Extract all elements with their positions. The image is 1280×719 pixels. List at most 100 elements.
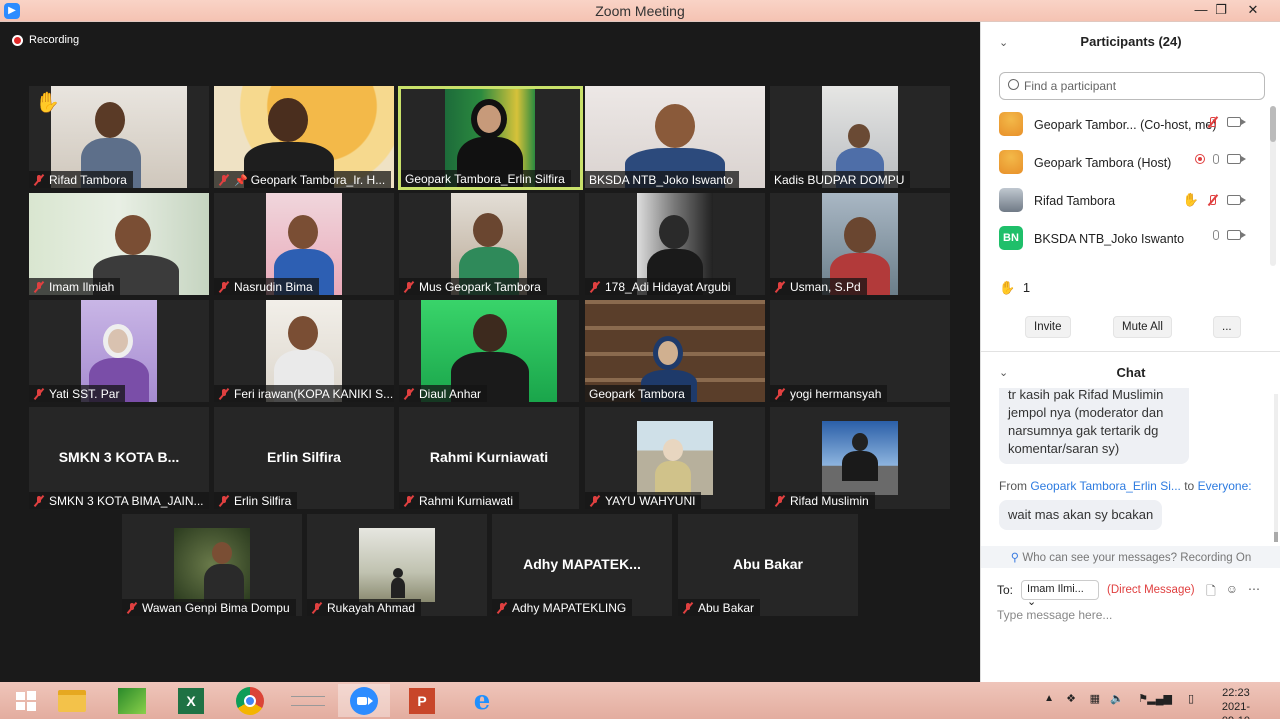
video-tile[interactable]: Wawan Genpi Bima Dompu xyxy=(122,514,302,616)
video-tile[interactable]: Kadis BUDPAR DOMPU xyxy=(770,86,950,188)
battery-icon[interactable]: ▯ xyxy=(1188,692,1194,705)
video-tile[interactable]: Imam Ilmiah xyxy=(29,193,209,295)
chat-message: tr kasih pak Rifad Muslimin jempol nya (… xyxy=(999,388,1189,464)
mic-muted-icon xyxy=(682,602,694,614)
excel-icon[interactable]: X xyxy=(165,684,217,717)
video-tile[interactable]: BKSDA NTB_Joko Iswanto xyxy=(585,86,765,188)
clock[interactable]: 22:23 2021-09-10 xyxy=(1222,686,1250,719)
video-tile[interactable]: Yati SST. Par xyxy=(29,300,209,402)
recipient-select[interactable]: Imam Ilmi... ⌄ xyxy=(1021,580,1100,608)
network-icon[interactable]: ▂▄▆ xyxy=(1147,692,1172,705)
emoji-icon[interactable]: ☺ xyxy=(1226,582,1238,603)
direct-message-label: (Direct Message) xyxy=(1107,584,1195,596)
chevron-up-icon[interactable]: ▲ xyxy=(1044,693,1054,704)
participant-name: Abu Bakar xyxy=(698,601,755,615)
more-options-button[interactable]: ... xyxy=(1213,316,1241,338)
pin-icon: 📌 xyxy=(234,174,248,187)
avatar xyxy=(999,150,1023,174)
video-tile[interactable]: Adhy MAPATEK... Adhy MAPATEKLING xyxy=(492,514,672,616)
video-tile[interactable]: Rifad Muslimin xyxy=(770,407,950,509)
mic-muted-icon xyxy=(403,281,415,293)
participant-name: Rifad Muslimin xyxy=(790,494,869,508)
video-tile[interactable]: 178_Adi Hidayat Argubi xyxy=(585,193,765,295)
participant-search-input[interactable]: Find a participant xyxy=(999,72,1265,100)
mic-muted-icon xyxy=(311,602,323,614)
file-explorer-icon[interactable] xyxy=(46,684,98,717)
internet-explorer-icon[interactable]: e xyxy=(456,684,508,717)
video-tile[interactable]: Diaul Anhar xyxy=(399,300,579,402)
chat-message-input[interactable]: Type message here... xyxy=(997,608,1112,622)
video-tile[interactable]: Rahmi Kurniawati Rahmi Kurniawati xyxy=(399,407,579,509)
participant-row[interactable]: BN BKSDA NTB_Joko Iswanto xyxy=(981,220,1271,258)
chat-sender-link[interactable]: Geopark Tambora_Erlin Si... xyxy=(1030,479,1181,493)
video-tile[interactable]: Erlin Silfira Erlin Silfira xyxy=(214,407,394,509)
participant-name: Imam Ilmiah xyxy=(49,280,115,294)
mic-icon[interactable] xyxy=(1213,230,1219,240)
avatar xyxy=(999,112,1023,136)
maximize-button[interactable]: ❐ xyxy=(1206,0,1236,22)
camera-icon[interactable] xyxy=(1227,154,1246,164)
start-button[interactable] xyxy=(0,684,52,717)
video-tile[interactable]: ✋ Rifad Tambora xyxy=(29,86,209,188)
app-tray-icon[interactable]: ▦ xyxy=(1090,692,1100,705)
chat-scrollbar[interactable] xyxy=(1274,394,1278,542)
mic-muted-icon[interactable] xyxy=(1207,116,1219,128)
video-tile[interactable]: Mus Geopark Tambora xyxy=(399,193,579,295)
participant-display-name: Rahmi Kurniawati xyxy=(429,449,549,465)
app-icon[interactable] xyxy=(282,684,334,717)
mic-muted-icon xyxy=(33,388,45,400)
chrome-icon[interactable] xyxy=(224,684,276,717)
volume-icon[interactable]: 🔈 xyxy=(1110,692,1124,705)
recording-label: Recording xyxy=(29,34,80,46)
video-tile[interactable]: Geopark Tambora xyxy=(585,300,765,402)
zoom-taskbar-icon[interactable] xyxy=(338,684,390,717)
mic-muted-icon xyxy=(218,495,230,507)
participant-name: Geopark Tambora_Erlin Silfira xyxy=(405,172,565,186)
participant-name: Geopark Tambora_Ir. H... xyxy=(250,173,386,187)
chat-recipient-link[interactable]: Everyone: xyxy=(1198,479,1252,493)
chat-message: wait mas akan sy bcakan xyxy=(999,500,1163,530)
mic-icon[interactable] xyxy=(1213,154,1219,164)
participant-name: Adhy MAPATEKLING xyxy=(512,601,627,615)
video-tile[interactable]: SMKN 3 KOTA B... SMKN 3 KOTA BIMA_JAIN..… xyxy=(29,407,209,509)
mic-muted-icon[interactable] xyxy=(1207,194,1219,206)
participant-row[interactable]: Geopark Tambora (Host) xyxy=(981,144,1271,182)
video-tile[interactable]: Feri irawan(KOPA KANIKI S... xyxy=(214,300,394,402)
video-tile[interactable]: Nasrudin Bima xyxy=(214,193,394,295)
to-label: To: xyxy=(997,583,1014,597)
camera-icon[interactable] xyxy=(1227,230,1246,240)
video-tile-active-speaker[interactable]: Geopark Tambora_Erlin Silfira xyxy=(398,86,583,190)
participant-display-name: Erlin Silfira xyxy=(267,449,341,465)
camera-icon[interactable] xyxy=(1227,117,1246,127)
raised-hand-icon: ✋ xyxy=(1182,192,1199,207)
recording-icon xyxy=(1195,154,1205,164)
video-tile[interactable]: Usman, S.Pd xyxy=(770,193,950,295)
participant-list-scrollbar[interactable] xyxy=(1270,106,1276,266)
dropbox-icon[interactable]: ❖ xyxy=(1066,692,1076,705)
file-icon[interactable]: 🗋 xyxy=(1206,582,1216,603)
mic-muted-icon xyxy=(774,495,786,507)
participant-row[interactable]: Rifad Tambora ✋ xyxy=(981,182,1271,220)
mic-muted-icon xyxy=(589,281,601,293)
video-tile[interactable]: Abu Bakar Abu Bakar xyxy=(678,514,858,616)
powerpoint-icon[interactable]: P xyxy=(396,684,448,717)
more-icon[interactable]: ⋯ xyxy=(1248,582,1260,603)
mic-muted-icon xyxy=(33,174,45,186)
chat-recipient-row: To: Imam Ilmi... ⌄ (Direct Message) xyxy=(997,580,1195,608)
video-tile[interactable]: YAYU WAHYUNI xyxy=(585,407,765,509)
participants-title: Participants (24) xyxy=(1080,34,1182,49)
video-tile[interactable]: 📌 Geopark Tambora_Ir. H... xyxy=(214,86,394,188)
close-button[interactable]: ✕ xyxy=(1238,0,1268,22)
invite-button[interactable]: Invite xyxy=(1025,316,1071,338)
app-green-icon[interactable] xyxy=(106,684,158,717)
participant-name: BKSDA NTB_Joko Iswanto xyxy=(589,173,734,187)
mic-muted-icon xyxy=(496,602,508,614)
windows-taskbar: X P e ▲ ❖ ▦ 🔈 ⚑ ▂▄▆ ▯ 22:23 2021-09-10 xyxy=(0,682,1280,719)
mute-all-button[interactable]: Mute All xyxy=(1113,316,1172,338)
chat-privacy-notice[interactable]: ⚲ Who can see your messages? Recording O… xyxy=(981,546,1280,568)
participant-row[interactable]: Geopark Tambor... (Co-host, me) xyxy=(981,106,1271,144)
video-tile[interactable]: Rukayah Ahmad xyxy=(307,514,487,616)
video-tile[interactable]: yogi hermansyah xyxy=(770,300,950,402)
camera-icon[interactable] xyxy=(1227,195,1246,205)
participant-name: Usman, S.Pd xyxy=(790,280,861,294)
